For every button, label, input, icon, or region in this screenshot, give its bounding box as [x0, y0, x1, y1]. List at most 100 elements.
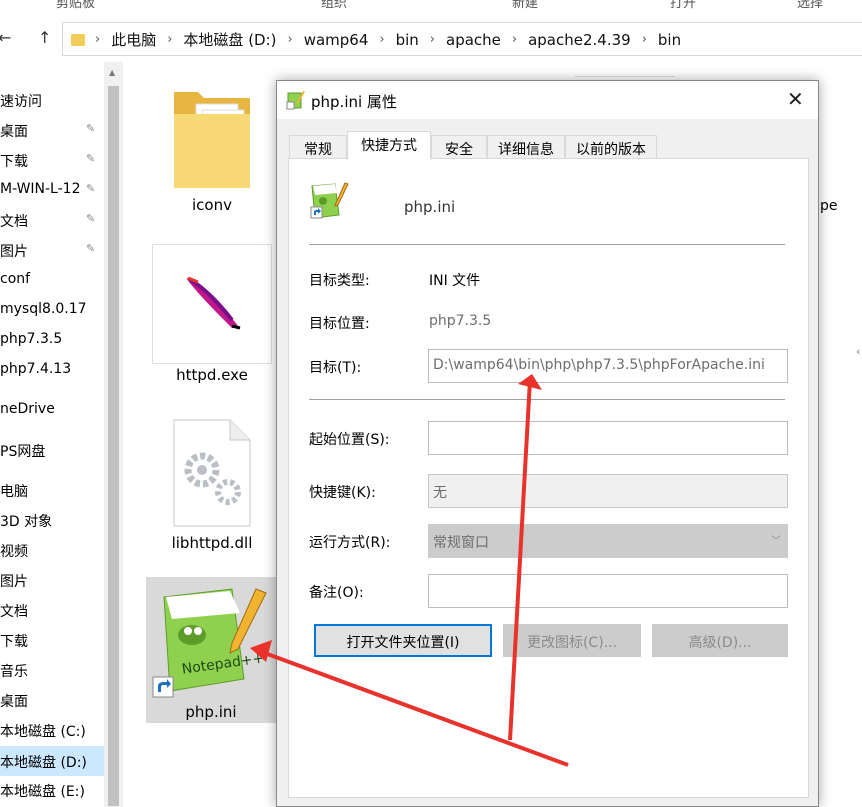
run-mode-select[interactable]: 常规窗口 ﹀ [428, 524, 788, 558]
breadcrumb-drive-d[interactable]: 本地磁盘 (D:) [183, 29, 276, 50]
advanced-button[interactable]: 高级(D)... [652, 624, 788, 657]
file-item-libhttpd[interactable]: libhttpd.dll [150, 414, 275, 554]
tab-details[interactable]: 详细信息 [487, 135, 565, 159]
chevron-right-icon[interactable]: › [288, 32, 293, 47]
breadcrumb-this-pc[interactable]: 此电脑 [111, 29, 156, 50]
ribbon-group-open: 打开 [670, 0, 697, 11]
file-label: php.ini [185, 703, 237, 721]
nav-item-3d-objects[interactable]: 3D 对象 [0, 508, 104, 532]
tab-previous-versions[interactable]: 以前的版本 [565, 135, 657, 159]
nav-item-downloads[interactable]: 下载 [0, 628, 104, 652]
nav-item-this-pc[interactable]: 电脑 [0, 478, 104, 502]
folder-icon [71, 33, 85, 46]
open-file-location-button[interactable]: 打开文件夹位置(I) [314, 624, 492, 657]
dialog-titlebar[interactable]: php.ini 属性 ✕ [277, 81, 818, 119]
nav-item-label: 音乐 [0, 664, 28, 680]
nav-item-php735[interactable]: php7.3.5 [0, 328, 104, 352]
chevron-right-icon[interactable]: › [95, 32, 100, 47]
dialog-title: php.ini 属性 [311, 93, 397, 111]
breadcrumb-apache-version[interactable]: apache2.4.39 [528, 31, 631, 49]
address-bar[interactable]: › 此电脑 › 本地磁盘 (D:) › wamp64 › bin › apach… [62, 22, 862, 56]
pin-icon: ✎ [86, 242, 96, 255]
nav-item-drive-c[interactable]: 本地磁盘 (C:) [0, 718, 104, 742]
ribbon-group-organize: 组织 [321, 0, 348, 11]
nav-item-network-pc[interactable]: M-WIN-L-12 ✎ [0, 178, 104, 202]
chevron-right-icon[interactable]: › [430, 32, 435, 47]
file-label: libhttpd.dll [171, 534, 253, 552]
breadcrumb-wamp64[interactable]: wamp64 [304, 31, 369, 49]
chevron-right-icon[interactable]: › [167, 32, 172, 47]
nav-item-label: mysql8.0.17 [0, 301, 87, 317]
chevron-right-icon[interactable]: › [512, 32, 517, 47]
scrollbar-thumb[interactable] [108, 86, 119, 806]
notepad-plus-plus-icon [286, 91, 305, 110]
ribbon-group-clipboard: 剪贴板 [56, 0, 96, 11]
up-arrow-icon[interactable]: ↑ [38, 28, 51, 47]
chevron-right-icon[interactable]: › [379, 32, 384, 47]
target-field[interactable]: D:\wamp64\bin\php\php7.3.5\phpForApache.… [428, 349, 788, 383]
folder-icon [174, 92, 250, 188]
tab-shortcut[interactable]: 快捷方式 [347, 131, 431, 160]
nav-item-quick-access[interactable]: 速访问 [0, 88, 104, 112]
separator [309, 399, 785, 400]
target-location-label: 目标位置: [309, 316, 370, 332]
nav-item-pictures[interactable]: 图片 [0, 568, 104, 592]
breadcrumb: › 此电脑 › 本地磁盘 (D:) › wamp64 › bin › apach… [71, 29, 681, 50]
nav-item-label: 速访问 [0, 94, 42, 110]
breadcrumb-bin-current[interactable]: bin [658, 31, 681, 49]
breadcrumb-apache[interactable]: apache [446, 31, 501, 49]
nav-item-videos[interactable]: 视频 [0, 538, 104, 562]
nav-item-label: 本地磁盘 (D:) [0, 755, 87, 771]
nav-item-drive-d[interactable]: 本地磁盘 (D:) [0, 746, 104, 776]
tab-security[interactable]: 安全 [431, 135, 487, 159]
ribbon-group-labels: 剪贴板 组织 新建 打开 选择 [0, 0, 862, 12]
separator [309, 244, 785, 245]
nav-scrollbar[interactable]: ▲ [104, 62, 123, 807]
nav-item-label: neDrive [0, 401, 55, 417]
nav-item-downloads-pinned[interactable]: 下载 ✎ [0, 148, 104, 172]
nav-item-onedrive[interactable]: neDrive [0, 398, 104, 422]
file-item-httpd[interactable]: httpd.exe [150, 244, 275, 384]
nav-item-documents[interactable]: 文档 [0, 598, 104, 622]
back-arrow-icon[interactable]: ← [0, 28, 11, 47]
nav-item-wps-drive[interactable]: PS网盘 [0, 438, 104, 462]
nav-item-desktop-pinned[interactable]: 桌面 ✎ [0, 118, 104, 142]
shortcut-arrow-icon [152, 676, 174, 698]
chevron-right-icon[interactable]: › [642, 32, 647, 47]
file-label: iconv [192, 196, 232, 214]
nav-item-label: 3D 对象 [0, 514, 53, 530]
nav-item-label: 下载 [0, 634, 28, 650]
close-icon[interactable]: ✕ [787, 87, 804, 111]
hotkey-field[interactable]: 无 [428, 474, 788, 508]
nav-item-pictures-pinned[interactable]: 图片 ✎ [0, 238, 104, 262]
file-label: httpd.exe [176, 366, 248, 384]
shortcut-tab-panel: php.ini 目标类型: INI 文件 目标位置: php7.3.5 目标(T… [288, 158, 809, 798]
target-label: 目标(T): [309, 360, 362, 376]
nav-item-label: 本地磁盘 (C:) [0, 724, 86, 740]
breadcrumb-bin[interactable]: bin [396, 31, 419, 49]
nav-item-label: PS网盘 [0, 444, 46, 460]
scroll-up-icon[interactable]: ▲ [109, 68, 115, 77]
change-icon-button[interactable]: 更改图标(C)... [503, 624, 641, 657]
nav-item-music[interactable]: 音乐 [0, 658, 104, 682]
run-label: 运行方式(R): [309, 535, 391, 551]
start-in-label: 起始位置(S): [309, 432, 390, 448]
start-in-field[interactable] [428, 421, 788, 455]
nav-item-desktop[interactable]: 桌面 [0, 688, 104, 712]
nav-item-documents-pinned[interactable]: 文档 ✎ [0, 208, 104, 232]
nav-item-label: conf [0, 271, 31, 287]
nav-item-label: M-WIN-L-12 [0, 181, 81, 197]
file-item-php-ini[interactable]: Notepad++ php.ini [146, 577, 276, 723]
nav-item-mysql[interactable]: mysql8.0.17 [0, 298, 104, 322]
nav-item-conf[interactable]: conf [0, 268, 104, 292]
comment-field[interactable] [428, 574, 788, 608]
nav-item-php7413[interactable]: php7.4.13 [0, 358, 104, 382]
collapse-arrow-icon[interactable]: ‹ [856, 345, 860, 358]
tab-general[interactable]: 常规 [289, 135, 347, 159]
file-item-iconv[interactable]: iconv [150, 78, 275, 218]
nav-item-label: 下载 [0, 154, 28, 170]
target-type-value: INI 文件 [429, 273, 481, 289]
file-label-cutoff: pe [820, 198, 838, 214]
nav-item-drive-e[interactable]: 本地磁盘 (E:) [0, 778, 104, 802]
notepad-plus-plus-icon [310, 182, 349, 219]
